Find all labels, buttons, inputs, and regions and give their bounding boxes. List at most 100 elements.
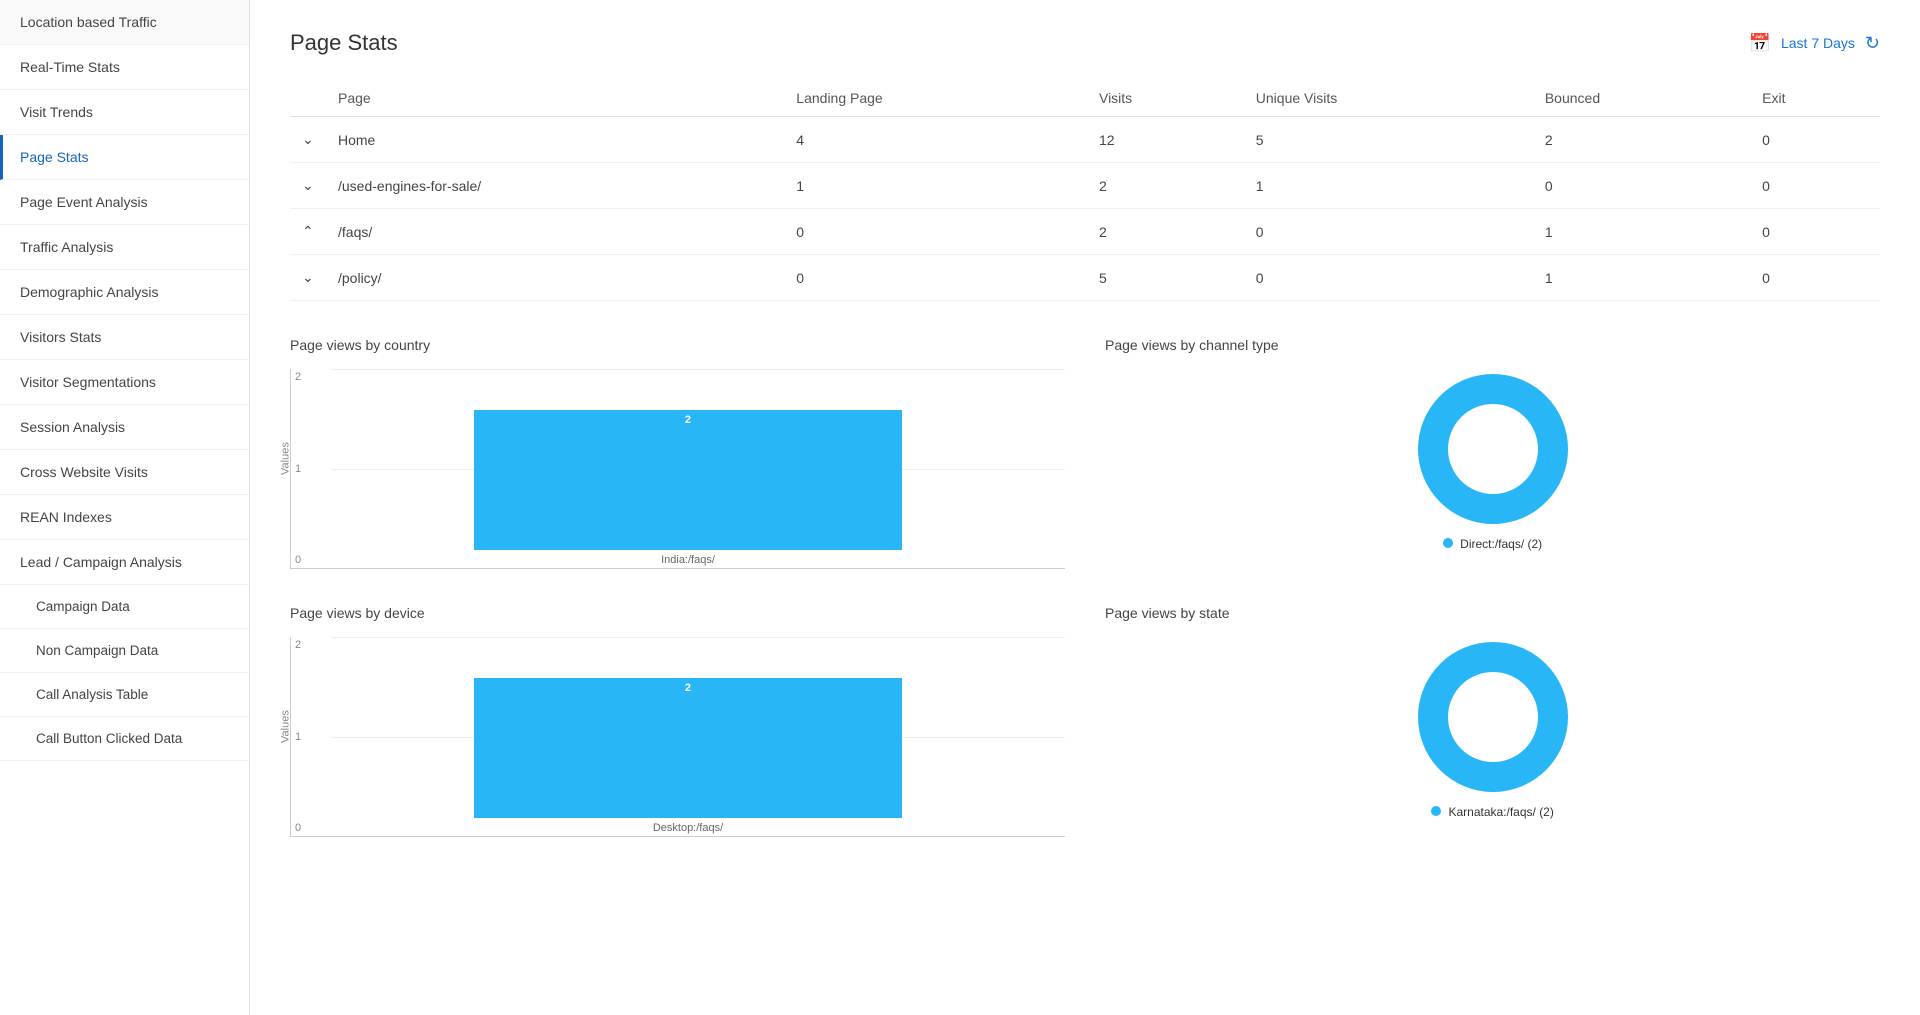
row-chevron[interactable]: ⌄: [290, 255, 326, 301]
col-bounced: Bounced: [1533, 80, 1750, 117]
row-chevron[interactable]: ⌄: [290, 117, 326, 163]
bar-col-desktop: 2 Desktop:/faqs/: [331, 678, 1045, 834]
sidebar-item-visitors-stats[interactable]: Visitors Stats: [0, 315, 249, 360]
y-axis-title-device: Values: [279, 710, 291, 743]
table-row: ⌄ /used-engines-for-sale/ 1 2 1 0 0: [290, 163, 1880, 209]
bar-chart-country: 2 1 0 Values 2 India:/faqs/: [290, 369, 1065, 569]
bar-col-india: 2 India:/faqs/: [331, 410, 1045, 566]
row-page: Home: [326, 117, 784, 163]
bar-chart-device: 2 1 0 Values 2 Desktop:/faqs/: [290, 637, 1065, 837]
col-visits: Visits: [1087, 80, 1244, 117]
y-axis-labels: 2 1 0: [295, 369, 301, 568]
donut-svg-state: [1413, 637, 1573, 797]
row-unique: 0: [1244, 209, 1533, 255]
row-visits: 12: [1087, 117, 1244, 163]
row-bounced: 2: [1533, 117, 1750, 163]
calendar-icon: 📅: [1749, 33, 1771, 54]
row-unique: 1: [1244, 163, 1533, 209]
bar-x-label-desktop: Desktop:/faqs/: [653, 822, 723, 834]
sidebar-item-visitor-segmentations[interactable]: Visitor Segmentations: [0, 360, 249, 405]
bar-x-label-india: India:/faqs/: [661, 554, 715, 566]
row-unique: 5: [1244, 117, 1533, 163]
legend-dot-state: [1431, 806, 1441, 816]
col-unique: Unique Visits: [1244, 80, 1533, 117]
row-landing: 1: [784, 163, 1087, 209]
bars-device: 2 Desktop:/faqs/: [331, 637, 1045, 836]
main-content: Page Stats 📅 Last 7 Days ↻ Page Landing …: [250, 0, 1920, 1015]
chart-country-title: Page views by country: [290, 337, 1065, 353]
date-range-label[interactable]: Last 7 Days: [1781, 35, 1855, 51]
sidebar-item-real-time-stats[interactable]: Real-Time Stats: [0, 45, 249, 90]
page-stats-table: Page Landing Page Visits Unique Visits B…: [290, 80, 1880, 301]
sidebar-item-location-based-traffic[interactable]: Location based Traffic: [0, 0, 249, 45]
donut-channel: Direct:/faqs/ (2): [1105, 369, 1880, 551]
chart-state: Page views by state Karnataka:/faqs/ (2): [1105, 605, 1880, 837]
sidebar-item-non-campaign-data[interactable]: Non Campaign Data: [0, 629, 249, 673]
chart-channel-title: Page views by channel type: [1105, 337, 1880, 353]
row-exit: 0: [1750, 163, 1880, 209]
table-row: ⌃ /faqs/ 0 2 0 1 0: [290, 209, 1880, 255]
row-exit: 0: [1750, 255, 1880, 301]
sidebar-item-traffic-analysis[interactable]: Traffic Analysis: [0, 225, 249, 270]
col-page: Page: [326, 80, 784, 117]
donut-state: Karnataka:/faqs/ (2): [1105, 637, 1880, 819]
row-unique: 0: [1244, 255, 1533, 301]
sidebar-item-rean-indexes[interactable]: REAN Indexes: [0, 495, 249, 540]
col-landing: Landing Page: [784, 80, 1087, 117]
row-page: /faqs/: [326, 209, 784, 255]
row-landing: 0: [784, 209, 1087, 255]
bar-desktop: 2: [474, 678, 902, 818]
sidebar-item-call-analysis-table[interactable]: Call Analysis Table: [0, 673, 249, 717]
table-row: ⌄ Home 4 12 5 2 0: [290, 117, 1880, 163]
row-landing: 4: [784, 117, 1087, 163]
col-exit: Exit: [1750, 80, 1880, 117]
charts-row-2: Page views by device 2 1 0 Values: [290, 605, 1880, 837]
sidebar-item-session-analysis[interactable]: Session Analysis: [0, 405, 249, 450]
y-axis-title-country: Values: [279, 442, 291, 475]
table-header-row: Page Landing Page Visits Unique Visits B…: [290, 80, 1880, 117]
sidebar-item-campaign-data[interactable]: Campaign Data: [0, 585, 249, 629]
bars-country: 2 India:/faqs/: [331, 369, 1045, 568]
y-axis-labels-device: 2 1 0: [295, 637, 301, 836]
row-bounced: 1: [1533, 255, 1750, 301]
donut-state-label: Karnataka:/faqs/ (2): [1431, 805, 1554, 819]
row-visits: 2: [1087, 163, 1244, 209]
refresh-icon[interactable]: ↻: [1865, 33, 1880, 54]
donut-svg-channel: [1413, 369, 1573, 529]
row-page: /policy/: [326, 255, 784, 301]
sidebar-item-page-stats[interactable]: Page Stats: [0, 135, 249, 180]
col-expand: [290, 80, 326, 117]
sidebar-item-cross-website-visits[interactable]: Cross Website Visits: [0, 450, 249, 495]
row-visits: 2: [1087, 209, 1244, 255]
sidebar-item-call-button-clicked-data[interactable]: Call Button Clicked Data: [0, 717, 249, 761]
row-exit: 0: [1750, 117, 1880, 163]
legend-dot-channel: [1443, 538, 1453, 548]
sidebar-item-demographic-analysis[interactable]: Demographic Analysis: [0, 270, 249, 315]
page-header: Page Stats 📅 Last 7 Days ↻: [290, 30, 1880, 56]
row-page: /used-engines-for-sale/: [326, 163, 784, 209]
sidebar-item-visit-trends[interactable]: Visit Trends: [0, 90, 249, 135]
row-exit: 0: [1750, 209, 1880, 255]
chart-device-title: Page views by device: [290, 605, 1065, 621]
row-chevron[interactable]: ⌃: [290, 209, 326, 255]
bar-india: 2: [474, 410, 902, 550]
row-visits: 5: [1087, 255, 1244, 301]
row-landing: 0: [784, 255, 1087, 301]
sidebar-item-page-event-analysis[interactable]: Page Event Analysis: [0, 180, 249, 225]
charts-row-1: Page views by country 2 1 0 Values: [290, 337, 1880, 569]
row-chevron[interactable]: ⌄: [290, 163, 326, 209]
chart-channel: Page views by channel type Direct:/faqs/…: [1105, 337, 1880, 569]
date-range-control[interactable]: 📅 Last 7 Days ↻: [1749, 33, 1880, 54]
table-row: ⌄ /policy/ 0 5 0 1 0: [290, 255, 1880, 301]
sidebar-item-lead-/-campaign-analysis[interactable]: Lead / Campaign Analysis: [0, 540, 249, 585]
row-bounced: 0: [1533, 163, 1750, 209]
sidebar: Location based TrafficReal-Time StatsVis…: [0, 0, 250, 1015]
state-legend-text: Karnataka:/faqs/ (2): [1448, 805, 1553, 819]
row-bounced: 1: [1533, 209, 1750, 255]
chart-device: Page views by device 2 1 0 Values: [290, 605, 1065, 837]
page-title: Page Stats: [290, 30, 398, 56]
chart-state-title: Page views by state: [1105, 605, 1880, 621]
donut-channel-label: Direct:/faqs/ (2): [1443, 537, 1542, 551]
chart-country: Page views by country 2 1 0 Values: [290, 337, 1065, 569]
channel-legend-text: Direct:/faqs/ (2): [1460, 537, 1542, 551]
